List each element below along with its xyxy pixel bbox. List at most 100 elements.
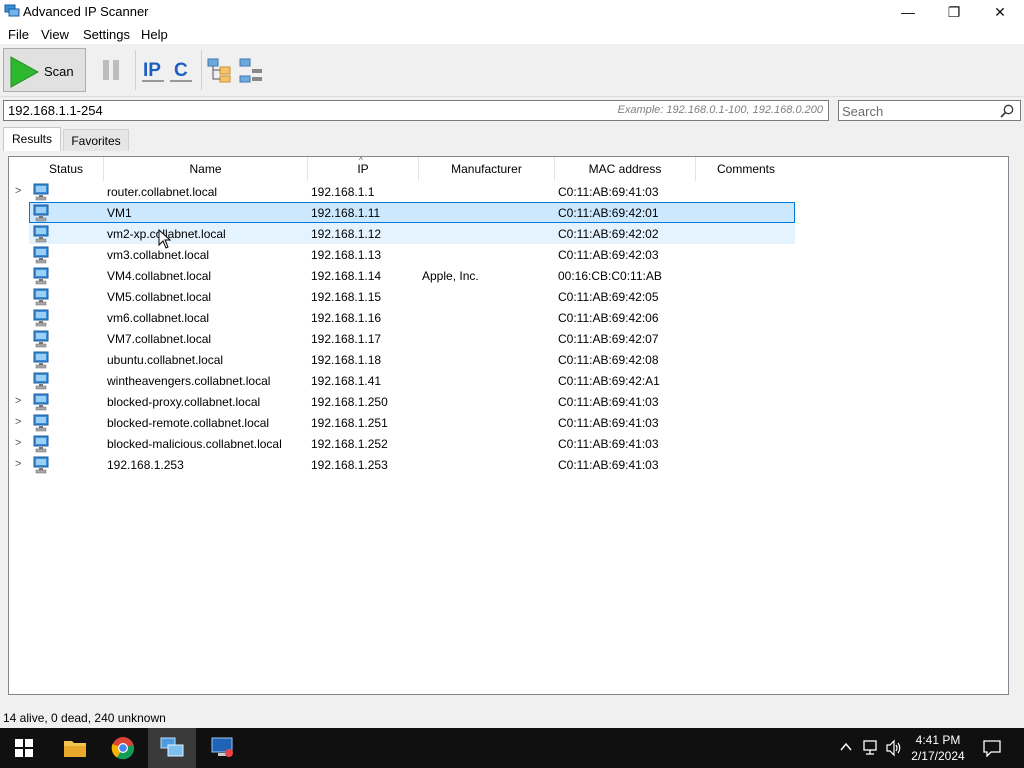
expand-chevron-icon[interactable]: > [15,458,21,470]
menu-settings[interactable]: Settings [83,27,130,42]
window-title: Advanced IP Scanner [23,4,149,19]
host-mac: C0:11:AB:69:42:07 [558,332,659,346]
start-button[interactable] [0,728,48,768]
svg-text:IP: IP [143,60,161,81]
ip-range-input[interactable]: 192.168.1.1-254 Example: 192.168.0.1-100… [3,100,829,121]
table-row[interactable]: VM5.collabnet.local 192.168.1.15 C0:11:AB:… [9,286,1008,307]
table-row[interactable]: VM4.collabnet.local 192.168.1.14 Apple, In… [9,265,1008,286]
expand-chevron-icon[interactable]: > [15,185,21,197]
computer-icon [33,246,49,267]
tab-results[interactable]: Results [3,127,61,151]
chrome-icon [111,737,135,760]
computer-icon [33,309,49,330]
host-mac: C0:11:AB:69:42:08 [558,353,659,367]
taskbar-clock[interactable]: 4:41 PM 2/17/2024 [905,732,971,764]
minimize-button[interactable]: — [885,0,931,24]
host-ip: 192.168.1.252 [311,437,388,451]
computer-icon [33,330,49,351]
close-button[interactable]: ✕ [977,0,1023,24]
table-row[interactable]: wintheavengers.collabnet.local 192.168.1.… [9,370,1008,391]
computer-icon [33,204,49,225]
taskbar-file-explorer[interactable] [51,728,99,768]
host-ip: 192.168.1.17 [311,332,382,346]
ip-range-icon[interactable]: IP [140,56,168,84]
table-row[interactable]: >192.168.1.253 192.168.1.253 C0:11:AB:69:4… [9,454,1008,475]
svg-text:C: C [174,60,188,81]
computer-icon [33,414,49,435]
table-row[interactable]: vm6.collabnet.local 192.168.1.16 C0:11:AB:… [9,307,1008,328]
menu-help[interactable]: Help [141,27,168,42]
taskbar-advanced-ip-scanner[interactable] [148,728,196,768]
expand-chevron-icon[interactable]: > [15,416,21,428]
table-row[interactable]: > router.collabnet.local 192.168.1.1 C0:11:… [9,181,1008,202]
play-icon [10,56,39,88]
chevron-up-icon[interactable] [840,742,852,752]
collapse-all-icon[interactable] [238,56,266,84]
column-header-ip[interactable]: IP [308,157,418,181]
host-name: wintheavengers.collabnet.local [107,374,271,388]
network-icon[interactable] [862,739,880,757]
notification-icon[interactable] [982,739,1002,757]
host-name: 192.168.1.253 [107,458,184,472]
host-ip: 192.168.1.14 [311,269,382,283]
ip-range-value: 192.168.1.1-254 [8,103,103,118]
table-row[interactable]: > blocked-proxy.collabnet.local 192.168.1.… [9,391,1008,412]
status-bar: 14 alive, 0 dead, 240 unknown [0,706,1024,728]
toolbar: Scan IP C [0,44,1024,97]
scan-button[interactable]: Scan [3,48,86,92]
host-ip: 192.168.1.12 [311,227,382,241]
results-table[interactable]: Status Name ^ IP Manufacturer MAC addres… [8,156,1009,695]
computer-icon [33,372,49,393]
search-icon[interactable] [1000,104,1014,118]
search-input[interactable]: Search [838,100,1021,121]
monitor-icon [211,737,233,757]
host-ip: 192.168.1.18 [311,353,382,367]
table-row[interactable]: VM1 192.168.1.11 C0:11:AB:69:42:01 [9,202,1008,223]
host-name: ubuntu.collabnet.local [107,353,224,367]
host-ip: 192.168.1.250 [311,395,388,409]
computer-icon [33,435,49,456]
column-header-manufacturer[interactable]: Manufacturer [419,157,554,181]
host-mac: C0:11:AB:69:41:03 [558,458,659,472]
toolbar-separator [201,50,202,90]
computer-icon [33,351,49,372]
expand-all-icon[interactable] [206,56,234,84]
host-manufacturer: Apple, Inc. [422,269,479,283]
table-row[interactable]: > blocked-malicious.collabnet.local 192.16… [9,433,1008,454]
restore-button[interactable]: ❐ [931,0,977,24]
host-name: VM7.collabnet.local [107,332,212,346]
computer-icon [33,225,49,246]
host-mac: 00:16:CB:C0:11:AB [558,269,662,283]
host-ip: 192.168.1.13 [311,248,382,262]
windows-logo-icon [15,739,33,757]
host-mac: C0:11:AB:69:41:03 [558,185,659,199]
host-mac: C0:11:AB:69:41:03 [558,416,659,430]
column-header-mac[interactable]: MAC address [555,157,695,181]
subnet-c-icon[interactable]: C [168,56,196,84]
column-header-name[interactable]: Name [104,157,307,181]
table-row[interactable]: ubuntu.collabnet.local 192.168.1.18 C0:11:… [9,349,1008,370]
host-mac: C0:11:AB:69:41:03 [558,437,659,451]
pause-button[interactable] [97,56,125,84]
volume-icon[interactable] [885,739,903,757]
tab-favorites[interactable]: Favorites [63,129,129,151]
taskbar-remote-desktop[interactable] [198,728,246,768]
computer-icon [33,267,49,288]
column-header-comments[interactable]: Comments [696,157,796,181]
menu-file[interactable]: File [8,27,29,42]
host-mac: C0:11:AB:69:42:A1 [558,374,660,388]
pause-icon [103,60,119,80]
computer-icon [33,456,49,477]
host-name: router.collabnet.local [107,185,218,199]
host-mac: C0:11:AB:69:42:05 [558,290,659,304]
menu-view[interactable]: View [41,27,69,42]
column-header-status[interactable]: Status [29,157,103,181]
expand-chevron-icon[interactable]: > [15,437,21,449]
taskbar-chrome[interactable] [99,728,147,768]
host-mac: C0:11:AB:69:42:02 [558,227,659,241]
scan-status-text: 14 alive, 0 dead, 240 unknown [3,711,166,725]
computer-icon [33,288,49,309]
expand-chevron-icon[interactable]: > [15,395,21,407]
table-row[interactable]: > blocked-remote.collabnet.local 192.168.1… [9,412,1008,433]
table-row[interactable]: VM7.collabnet.local 192.168.1.17 C0:11:AB:… [9,328,1008,349]
